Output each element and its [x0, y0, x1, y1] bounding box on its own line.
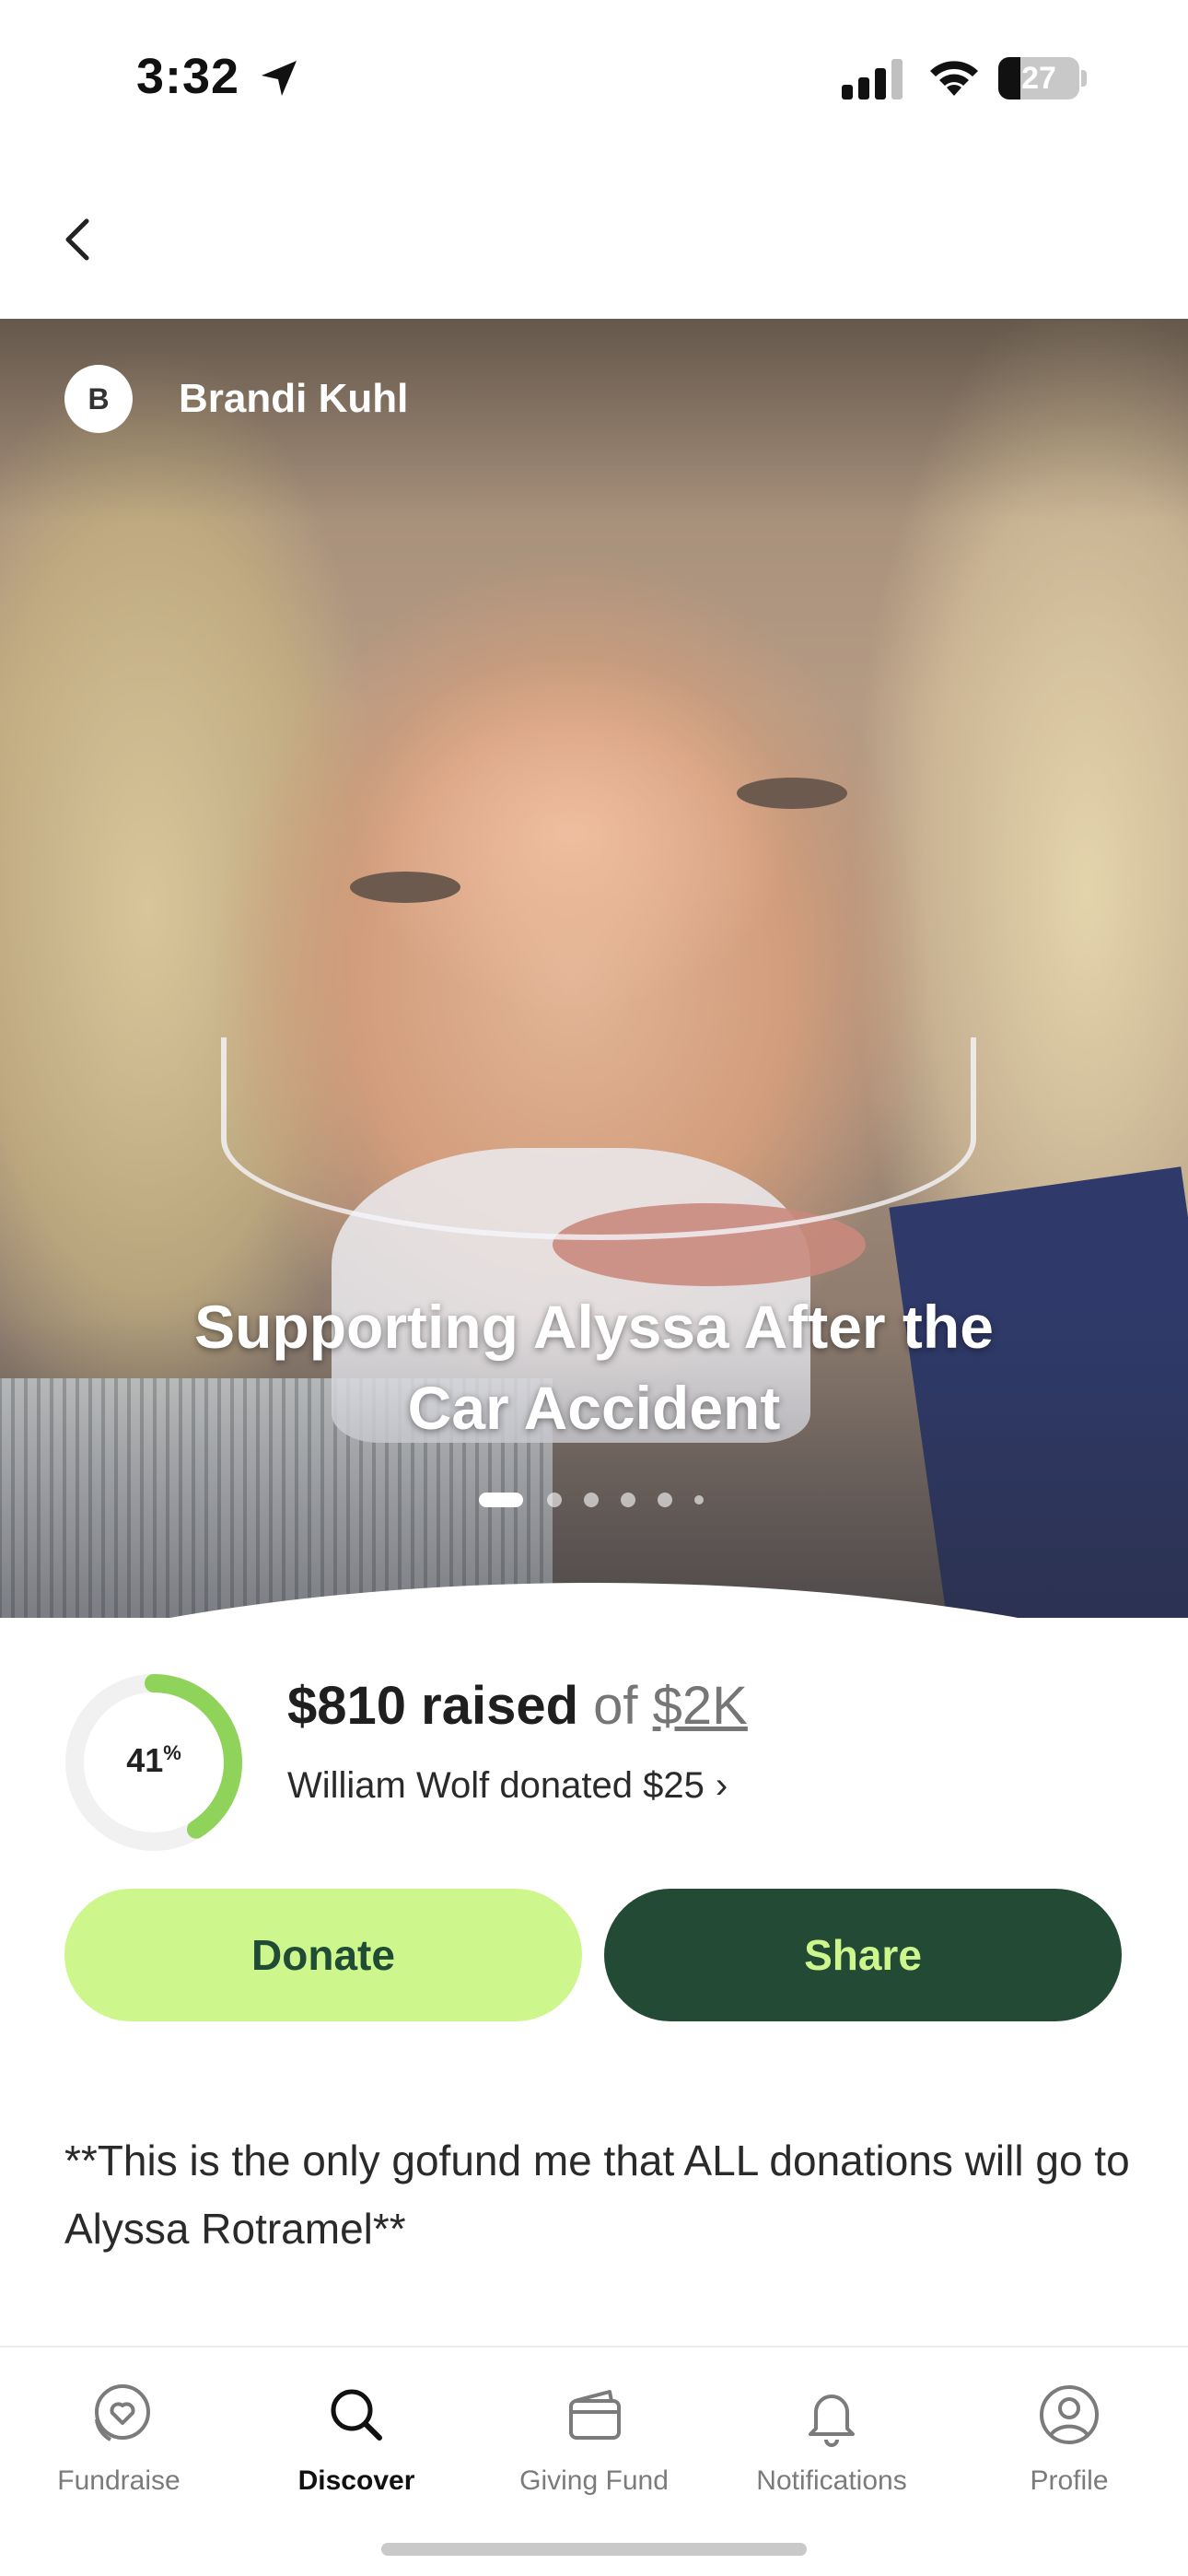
tab-notifications[interactable]: Notifications [713, 2366, 950, 2497]
hero-photo-detail [350, 872, 460, 903]
tab-label: Fundraise [57, 2465, 181, 2496]
tab-fundraise[interactable]: Fundraise [0, 2366, 238, 2497]
tab-profile[interactable]: Profile [950, 2366, 1188, 2497]
location-arrow-icon [262, 61, 297, 96]
progress-percent: 41% [64, 1741, 243, 1780]
wifi-icon [930, 61, 978, 96]
tab-label: Giving Fund [519, 2465, 669, 2496]
home-indicator[interactable] [381, 2543, 807, 2556]
goal-amount[interactable]: $2K [653, 1676, 748, 1736]
search-icon [331, 2389, 382, 2441]
organizer-avatar: B [64, 365, 133, 433]
gallery-dot-active [479, 1493, 523, 1507]
gallery-dot [584, 1493, 599, 1507]
status-time: 3:32 [136, 49, 240, 104]
gallery-dot [694, 1495, 704, 1505]
donate-button[interactable]: Donate [64, 1889, 582, 2021]
gallery-dot [547, 1493, 562, 1507]
wallet-icon [569, 2390, 621, 2440]
campaign-title: Supporting Alyssa After the Car Accident [194, 1293, 994, 1442]
organizer[interactable]: B Brandi Kuhl [64, 365, 408, 433]
profile-icon [1040, 2385, 1099, 2444]
chevron-right-icon: › [715, 1765, 728, 1806]
tab-label: Discover [297, 2465, 415, 2496]
campaign-hero-image[interactable]: B Brandi Kuhl Supporting Alyssa After th… [0, 319, 1188, 1618]
share-button[interactable]: Share [604, 1889, 1122, 2021]
hero-photo-detail [737, 778, 847, 809]
battery-percent: 27 [1021, 61, 1056, 96]
bell-icon [809, 2395, 855, 2447]
recent-donation[interactable]: William Wolf donated $25 › [287, 1765, 728, 1807]
gallery-pagination[interactable] [479, 1489, 718, 1507]
battery-icon: 27 [998, 57, 1079, 100]
tab-discover[interactable]: Discover [238, 2366, 475, 2497]
hero-photo-detail [221, 1037, 976, 1240]
app-screen: 3:32 27 B Brandi Kuhl Supporting Alyssa … [0, 0, 1188, 2576]
raised-amount: $810 raised [287, 1676, 579, 1736]
campaign-description: **This is the only gofund me that ALL do… [64, 2137, 1130, 2253]
cellular-signal-icon [842, 59, 903, 100]
tab-label: Notifications [756, 2465, 907, 2496]
bottom-tab-bar: Fundraise Discover Giving Fund Notificat… [0, 2346, 1188, 2576]
amount-raised: $810 raised of $2K [287, 1675, 748, 1737]
status-bar: 3:32 27 [0, 0, 1188, 157]
battery-tip [1081, 70, 1087, 87]
heart-ribbon-icon [95, 2384, 150, 2441]
recent-donation-text: William Wolf donated $25 [287, 1765, 705, 1806]
gallery-dot [621, 1493, 635, 1507]
back-chevron-icon[interactable] [55, 212, 101, 267]
gallery-dot [658, 1493, 672, 1507]
raised-of: of [593, 1676, 638, 1736]
tab-giving-fund[interactable]: Giving Fund [475, 2366, 713, 2497]
progress-percent-sign: % [163, 1741, 181, 1764]
tab-label: Profile [1030, 2465, 1109, 2496]
progress-percent-number: 41 [126, 1741, 164, 1779]
organizer-name: Brandi Kuhl [179, 376, 409, 421]
